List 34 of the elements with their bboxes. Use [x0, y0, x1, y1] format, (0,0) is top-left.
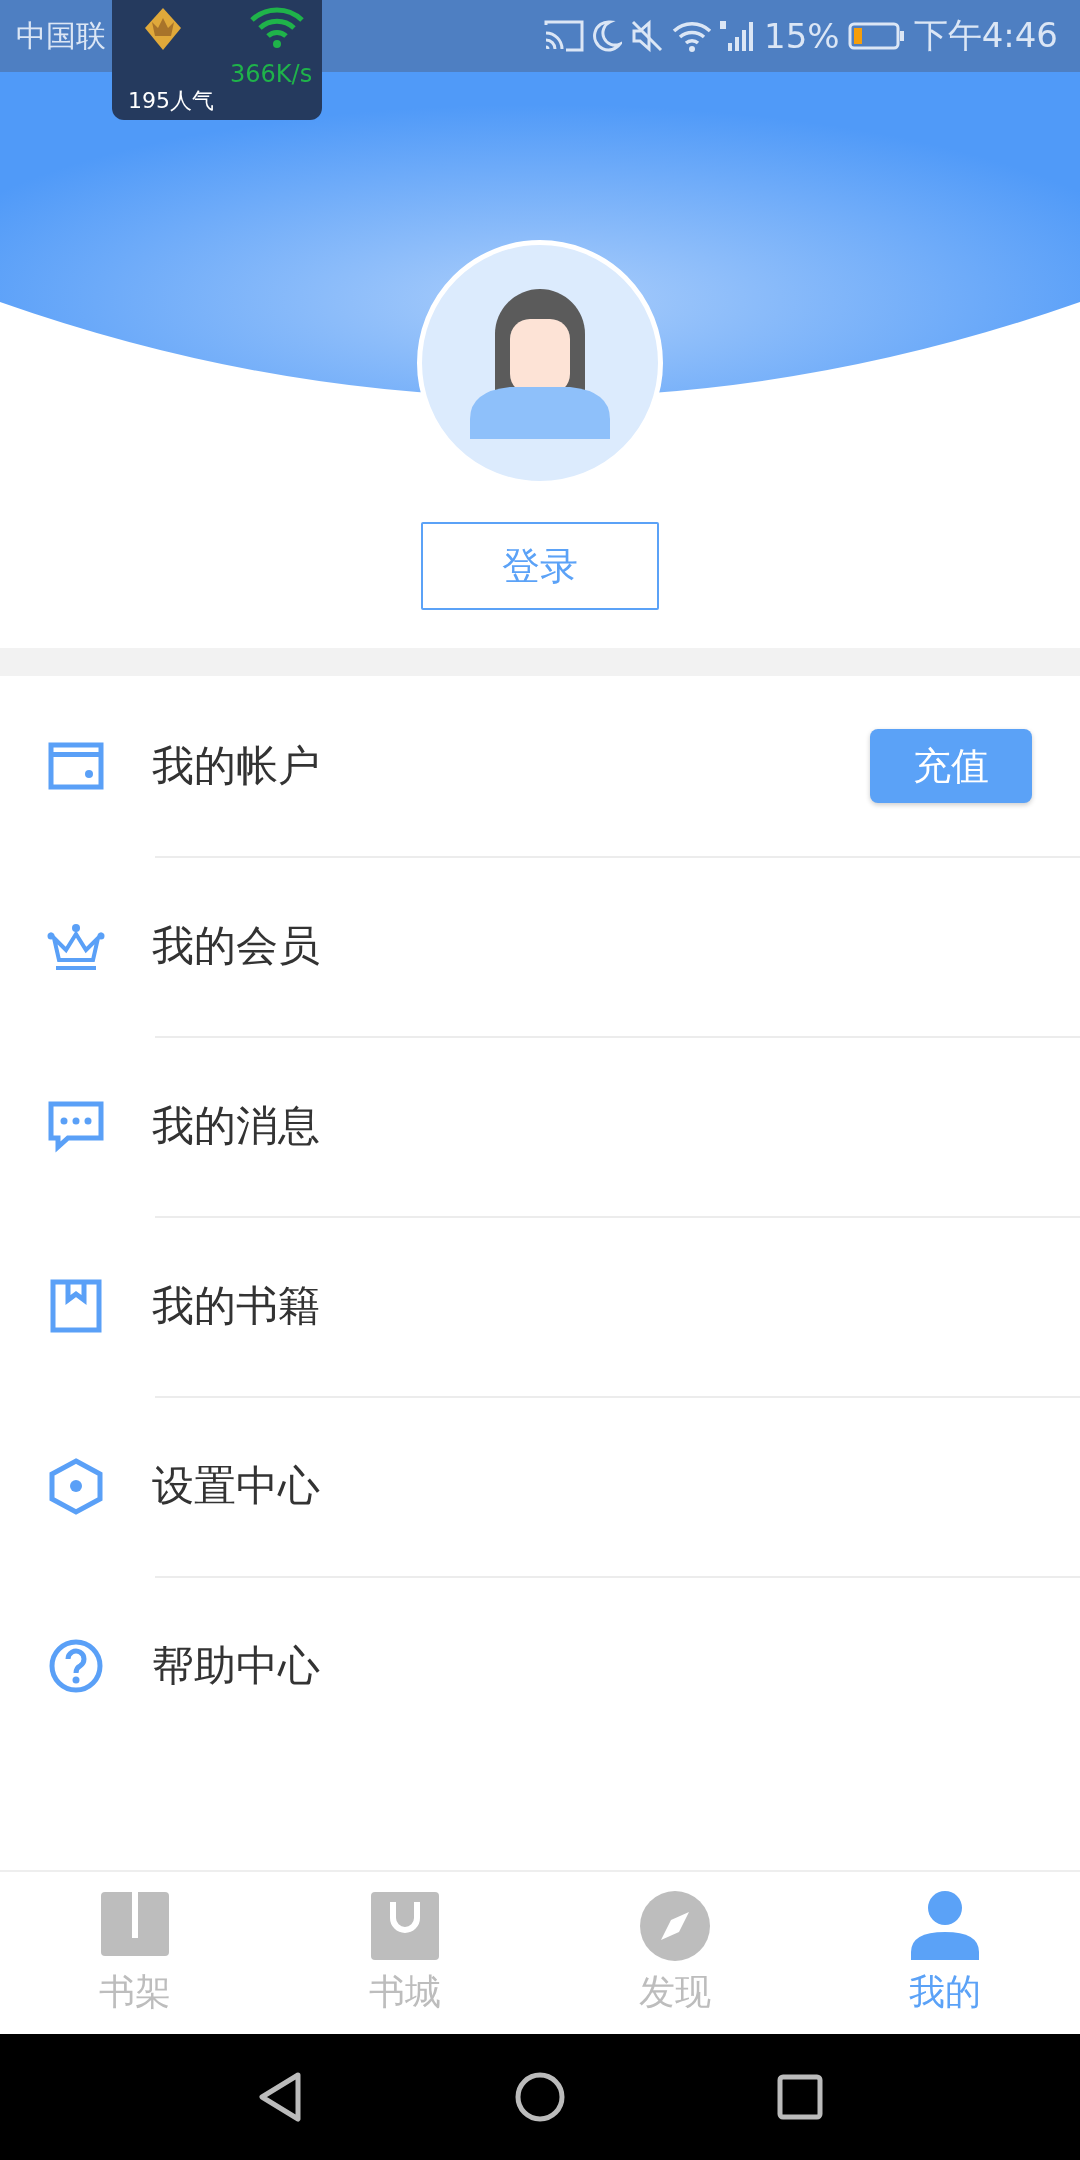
menu-label: 我的消息	[152, 1100, 320, 1152]
menu-item[interactable]: 设置中心	[0, 1396, 1080, 1576]
tab-label: 发现	[639, 1969, 711, 2014]
wifi-icon	[672, 19, 713, 53]
menu-item[interactable]: 我的书籍	[0, 1216, 1080, 1396]
tab-label: 书城	[369, 1969, 441, 2014]
menu-item[interactable]: 我的会员	[0, 856, 1080, 1036]
menu-item[interactable]: 帮助中心	[0, 1576, 1080, 1756]
battery-icon	[847, 21, 906, 51]
hexagon-icon	[46, 1456, 106, 1516]
recents-icon[interactable]	[776, 2073, 824, 2121]
clock-text: 下午4:46	[913, 14, 1058, 57]
carrier-text: 中国联	[16, 16, 106, 55]
menu-label: 我的书籍	[152, 1280, 320, 1332]
compass-icon	[639, 1889, 711, 1962]
back-icon[interactable]	[256, 2071, 304, 2123]
mute-icon	[630, 19, 665, 53]
popularity-text: 195人气	[128, 87, 214, 115]
menu-label: 设置中心	[152, 1460, 320, 1512]
speed-text: 366K/s	[230, 60, 313, 88]
battery-percent: 15%	[764, 16, 840, 56]
moon-icon	[592, 19, 623, 53]
menu-label: 我的会员	[152, 920, 320, 972]
tab-label: 书架	[99, 1969, 171, 2014]
wifi-icon	[248, 4, 306, 50]
home-icon[interactable]	[514, 2071, 566, 2123]
person-icon	[909, 1889, 981, 1962]
menu-label: 帮助中心	[152, 1640, 320, 1692]
menu-label: 我的帐户	[152, 740, 320, 792]
menu-item[interactable]: 我的消息	[0, 1036, 1080, 1216]
tab-label: 我的	[909, 1969, 981, 2014]
bag-icon	[369, 1889, 441, 1962]
cast-icon	[544, 19, 585, 53]
menu-item[interactable]: 我的帐户 充值	[0, 676, 1080, 856]
